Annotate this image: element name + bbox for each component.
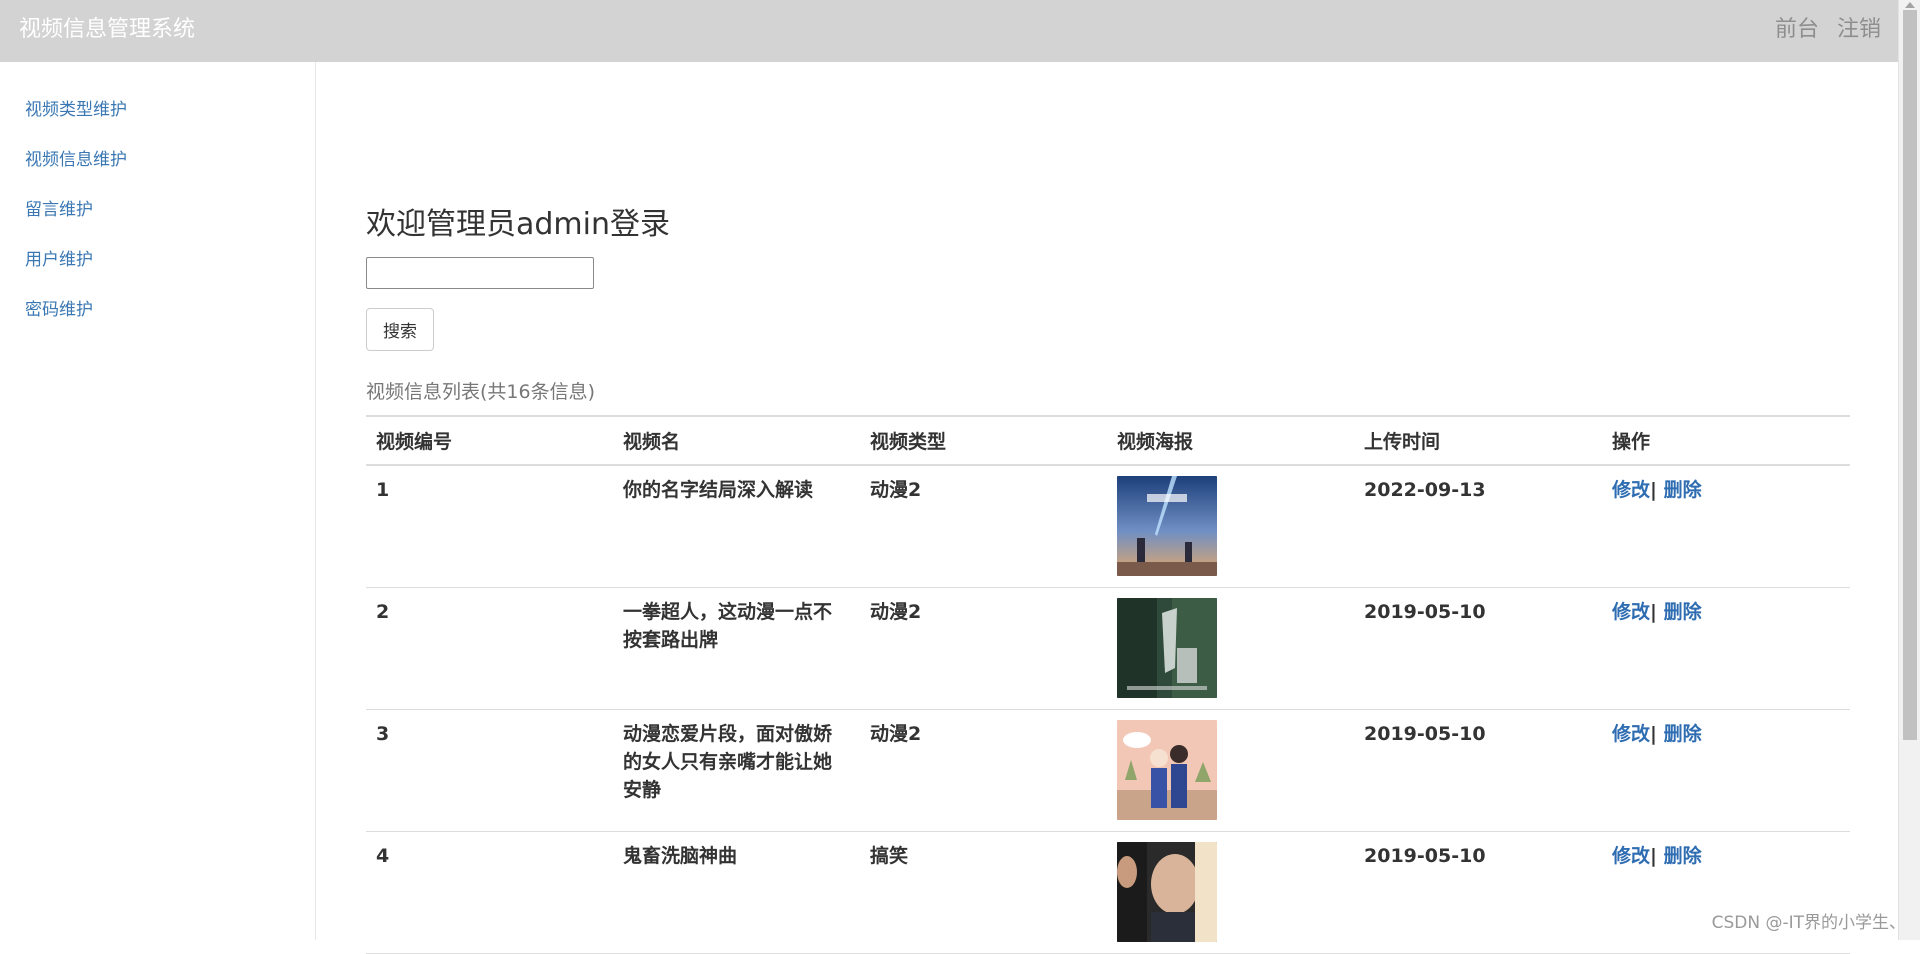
scrollbar-thumb[interactable] <box>1903 10 1917 740</box>
delete-link[interactable]: 删除 <box>1664 601 1702 623</box>
op-separator: | <box>1650 601 1657 623</box>
cell-operations: 修改| 删除 <box>1602 709 1850 831</box>
cell-operations: 修改| 删除 <box>1602 831 1850 953</box>
cell-video-id: 1 <box>366 465 613 587</box>
cell-video-name: 鬼畜洗脑神曲 <box>613 831 860 953</box>
poster-anime-love-icon <box>1117 720 1217 820</box>
delete-link[interactable]: 删除 <box>1664 723 1702 745</box>
header-video-poster: 视频海报 <box>1107 416 1354 465</box>
cell-upload-time: 2019-05-10 <box>1354 709 1602 831</box>
cell-upload-time: 2022-09-13 <box>1354 465 1602 587</box>
sidebar-item-password[interactable]: 密码维护 <box>25 298 93 322</box>
op-separator: | <box>1650 845 1657 867</box>
sidebar-item-messages[interactable]: 留言维护 <box>25 198 93 222</box>
cell-video-type: 动漫2 <box>860 587 1107 709</box>
search-button[interactable]: 搜索 <box>366 308 434 351</box>
cell-video-name: 你的名字结局深入解读 <box>613 465 860 587</box>
cell-video-poster <box>1107 709 1354 831</box>
header-upload-time: 上传时间 <box>1354 416 1602 465</box>
poster-one-punch-icon <box>1117 598 1217 698</box>
edit-link[interactable]: 修改 <box>1612 601 1650 623</box>
table-row: 2 一拳超人，这动漫一点不按套路出牌 动漫2 2019-05-1 <box>366 587 1850 709</box>
table-row: 3 动漫恋爱片段，面对傲娇的女人只有亲嘴才能让她安静 动漫2 <box>366 709 1850 831</box>
scroll-up-arrow-icon[interactable] <box>1905 2 1915 8</box>
op-separator: | <box>1650 479 1657 501</box>
main-content: 欢迎管理员admin登录 搜索 视频信息列表(共16条信息) 视频编号 视频名 … <box>366 62 1850 940</box>
edit-link[interactable]: 修改 <box>1612 723 1650 745</box>
header-video-id: 视频编号 <box>366 416 613 465</box>
cell-video-id: 3 <box>366 709 613 831</box>
cell-upload-time: 2019-05-10 <box>1354 587 1602 709</box>
cell-video-name: 一拳超人，这动漫一点不按套路出牌 <box>613 587 860 709</box>
search-input[interactable] <box>366 257 594 289</box>
navbar-links: 前台 注销 <box>1775 14 1881 46</box>
cell-operations: 修改| 删除 <box>1602 587 1850 709</box>
cell-operations: 修改| 删除 <box>1602 465 1850 587</box>
welcome-heading: 欢迎管理员admin登录 <box>366 205 670 245</box>
cell-video-id: 4 <box>366 831 613 953</box>
logout-link[interactable]: 注销 <box>1837 14 1881 46</box>
sidebar: 视频类型维护 视频信息维护 留言维护 用户维护 密码维护 <box>0 62 316 940</box>
table-caption: 视频信息列表(共16条信息) <box>366 379 595 405</box>
table-row: 4 鬼畜洗脑神曲 搞笑 2019-05-10 <box>366 831 1850 953</box>
poster-your-name-icon <box>1117 476 1217 576</box>
header-operations: 操作 <box>1602 416 1850 465</box>
cell-video-id: 2 <box>366 587 613 709</box>
delete-link[interactable]: 删除 <box>1664 479 1702 501</box>
video-table: 视频编号 视频名 视频类型 视频海报 上传时间 操作 1 你的名字结局深入解读 … <box>366 415 1850 954</box>
op-separator: | <box>1650 723 1657 745</box>
cell-video-type: 动漫2 <box>860 709 1107 831</box>
cell-video-type: 动漫2 <box>860 465 1107 587</box>
sidebar-item-video-info[interactable]: 视频信息维护 <box>25 148 127 172</box>
header-video-name: 视频名 <box>613 416 860 465</box>
delete-link[interactable]: 删除 <box>1664 845 1702 867</box>
cell-video-type: 搞笑 <box>860 831 1107 953</box>
cell-video-poster <box>1107 831 1354 953</box>
table-header-row: 视频编号 视频名 视频类型 视频海报 上传时间 操作 <box>366 416 1850 465</box>
cell-video-poster <box>1107 587 1354 709</box>
frontend-link[interactable]: 前台 <box>1775 14 1819 46</box>
top-navbar: 视频信息管理系统 前台 注销 <box>0 0 1898 62</box>
table-row: 1 你的名字结局深入解读 动漫2 <box>366 465 1850 587</box>
sidebar-item-users[interactable]: 用户维护 <box>25 248 93 272</box>
cell-video-name: 动漫恋爱片段，面对傲娇的女人只有亲嘴才能让她安静 <box>613 709 860 831</box>
app-title[interactable]: 视频信息管理系统 <box>19 15 195 45</box>
sidebar-item-video-types[interactable]: 视频类型维护 <box>25 98 127 122</box>
vertical-scrollbar[interactable] <box>1898 0 1920 940</box>
poster-meme-icon <box>1117 842 1217 942</box>
edit-link[interactable]: 修改 <box>1612 479 1650 501</box>
cell-upload-time: 2019-05-10 <box>1354 831 1602 953</box>
edit-link[interactable]: 修改 <box>1612 845 1650 867</box>
video-table-wrapper: 视频编号 视频名 视频类型 视频海报 上传时间 操作 1 你的名字结局深入解读 … <box>366 415 1850 954</box>
cell-video-poster <box>1107 465 1354 587</box>
header-video-type: 视频类型 <box>860 416 1107 465</box>
watermark: CSDN @-IT界的小学生、 <box>1712 912 1906 934</box>
